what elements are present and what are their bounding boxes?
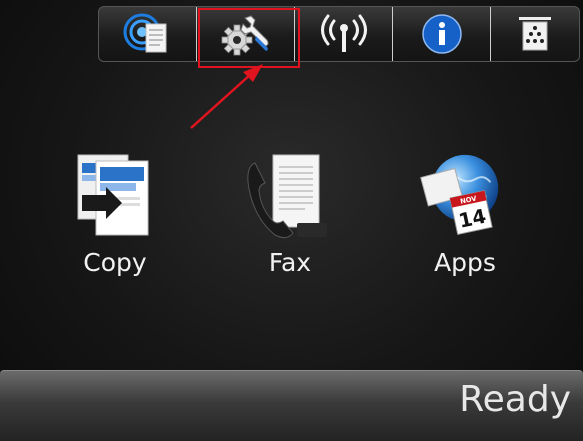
wireless-icon [320, 14, 367, 52]
supplies-button[interactable] [491, 7, 579, 61]
apps-globe-calendar-icon: NOV 14 [420, 154, 499, 236]
setup-wrench-gear-icon [221, 15, 269, 56]
wireless-button[interactable] [295, 7, 393, 61]
web-services-icon [123, 13, 166, 53]
copy-icon [77, 154, 149, 236]
copy-app[interactable]: Copy [70, 150, 160, 277]
apps-label: Apps [434, 248, 496, 277]
red-pointer-arrow [190, 64, 263, 129]
status-text: Ready [459, 379, 571, 420]
fax-label: Fax [268, 248, 312, 277]
info-icon [421, 14, 462, 54]
status-bar: Ready [0, 370, 583, 441]
top-toolbar [98, 6, 580, 62]
apps-app[interactable]: NOV 14 Apps [420, 150, 510, 277]
copy-label: Copy [83, 248, 147, 277]
fax-icon [247, 154, 327, 239]
fax-app[interactable]: Fax [245, 150, 335, 277]
supplies-icon [519, 17, 551, 51]
info-button[interactable] [393, 7, 491, 61]
web-services-button[interactable] [99, 7, 197, 61]
setup-button[interactable] [197, 7, 295, 61]
